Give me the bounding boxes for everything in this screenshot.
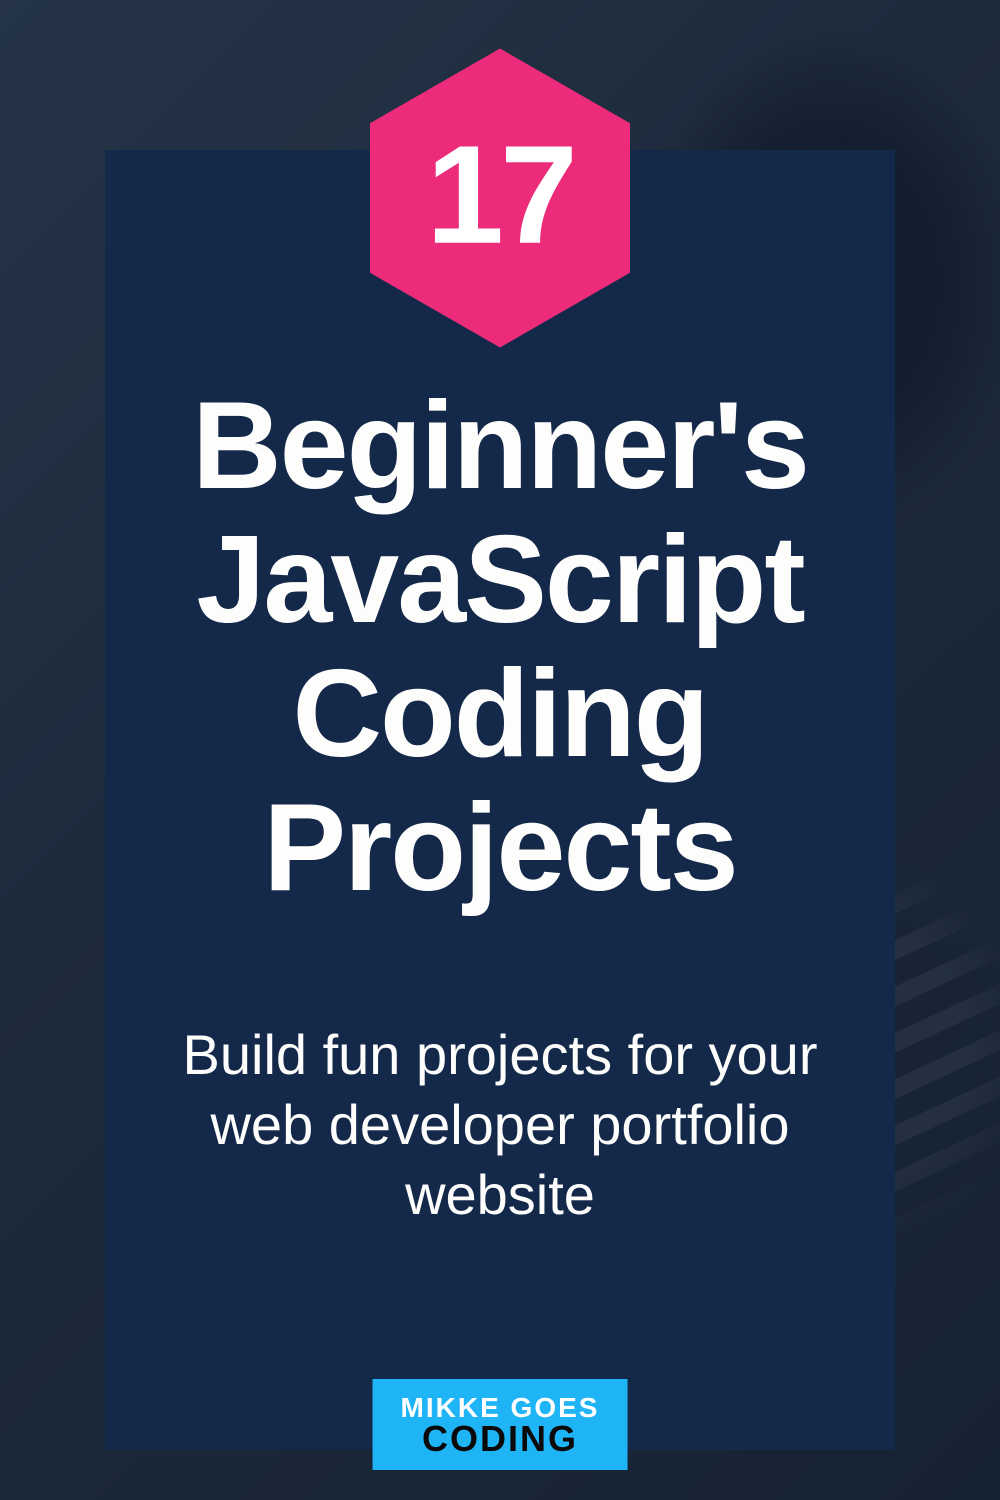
brand-logo: MIKKE GOES CODING [373,1379,628,1470]
badge-number: 17 [426,114,574,276]
subtitle: Build fun projects for your web develope… [145,1020,855,1230]
logo-line-2: CODING [401,1422,600,1456]
hexagon-badge: 17 [370,48,630,348]
main-title: Beginner's JavaScript Coding Projects [105,380,895,916]
